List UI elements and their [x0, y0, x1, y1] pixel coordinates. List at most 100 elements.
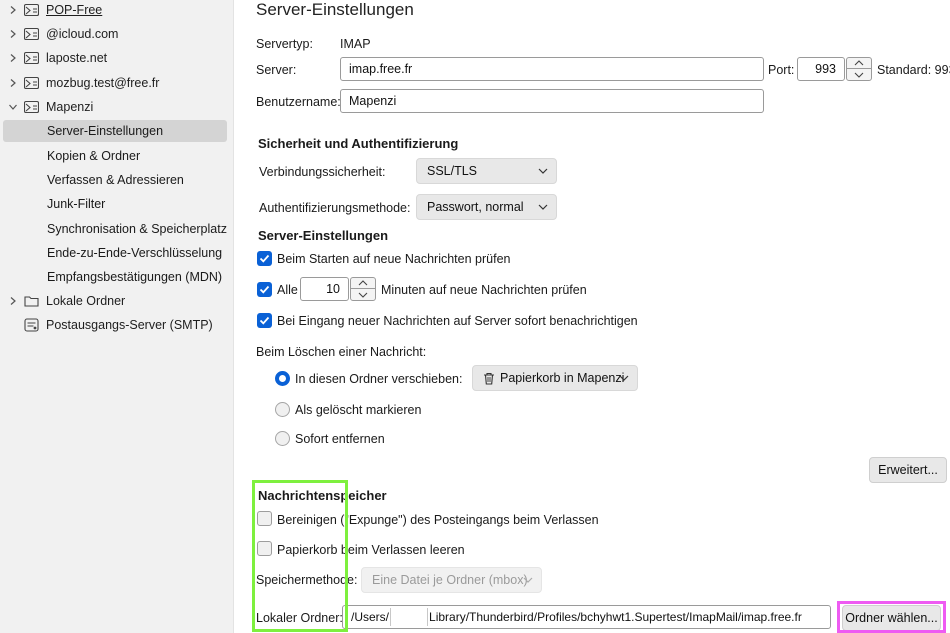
stepper-up[interactable]: [351, 278, 375, 289]
account-laposte[interactable]: laposte.net: [0, 47, 107, 69]
username-input[interactable]: Mapenzi: [340, 89, 764, 113]
chevron-up-icon: [358, 280, 368, 286]
select-value: Passwort, normal: [427, 200, 524, 214]
stepper-down[interactable]: [847, 69, 871, 80]
sidebar-item-copies-folders[interactable]: Kopien & Ordner: [0, 145, 140, 167]
chevron-down-icon: [358, 292, 368, 298]
stepper-down[interactable]: [351, 289, 375, 300]
mail-account-icon: [24, 76, 39, 90]
check-every-suffix: Minuten auf neue Nachrichten prüfen: [381, 283, 587, 297]
sidebar-item-label: Kopien & Ordner: [47, 149, 141, 163]
mark-deleted-label: Als gelöscht markieren: [295, 403, 422, 417]
account-label: Postausgangs-Server (SMTP): [46, 318, 213, 332]
sidebar-item-label: Synchronisation & Speicherplatz: [47, 222, 227, 236]
local-folder-path-input[interactable]: /Users/ Library/Thunderbird/Profiles/bch…: [342, 605, 831, 629]
smtp-servers[interactable]: Postausgangs-Server (SMTP): [0, 314, 213, 336]
notify-new-label: Bei Eingang neuer Nachrichten auf Server…: [277, 314, 638, 328]
check-startup-label: Beim Starten auf neue Nachrichten prüfen: [277, 252, 511, 266]
server-input[interactable]: imap.free.fr: [340, 57, 764, 81]
port-stepper[interactable]: [846, 57, 872, 81]
check-every-checkbox[interactable]: [257, 282, 272, 297]
checkmark-icon: [259, 316, 270, 325]
sidebar-item-label: Verfassen & Adressieren: [47, 173, 184, 187]
chevron-up-icon: [854, 60, 864, 66]
folder-icon: [24, 296, 39, 307]
auth-method-label: Authentifizierungsmethode:: [259, 201, 411, 215]
on-delete-label: Beim Löschen einer Nachricht:: [256, 345, 427, 359]
mail-account-icon: [24, 3, 39, 17]
mark-deleted-radio[interactable]: [275, 402, 290, 417]
trash-folder-select[interactable]: Papierkorb in Mapenzi: [472, 365, 638, 391]
account-label: Mapenzi: [46, 100, 94, 114]
stepper-up[interactable]: [847, 58, 871, 69]
sidebar-item-mdn[interactable]: Empfangsbestätigungen (MDN): [0, 266, 222, 288]
server-settings-heading: Server-Einstellungen: [258, 228, 389, 243]
mail-account-icon: [24, 51, 39, 65]
port-label: Port:: [768, 63, 795, 77]
delete-now-label: Sofort entfernen: [295, 432, 385, 446]
highlight-box-green: [252, 480, 348, 632]
auth-method-select[interactable]: Passwort, normal: [416, 194, 557, 220]
server-settings-panel: Server-Einstellungen Servertyp: IMAP Ser…: [234, 0, 950, 633]
account-pop-free[interactable]: POP-Free: [0, 0, 102, 21]
account-label: POP-Free: [46, 3, 103, 17]
sidebar-item-junk[interactable]: Junk-Filter: [0, 193, 105, 215]
select-value: Papierkorb in Mapenzi: [500, 371, 625, 385]
chevron-down-icon: [538, 204, 548, 210]
check-interval-stepper[interactable]: [350, 277, 376, 301]
page-title: Server-Einstellungen: [256, 0, 414, 19]
server-label: Server:: [256, 63, 297, 77]
sidebar-item-label: Junk-Filter: [47, 197, 106, 211]
sidebar-item-server-settings[interactable]: Server-Einstellungen: [3, 120, 227, 142]
select-value: SSL/TLS: [427, 164, 478, 178]
username-label: Benutzername:: [256, 95, 341, 109]
move-to-folder-label: In diesen Ordner verschieben:: [295, 372, 463, 386]
move-to-folder-radio[interactable]: [275, 371, 290, 386]
path-rest: Library/Thunderbird/Profiles/bchyhwt1.Su…: [429, 610, 802, 624]
outgoing-server-icon: [24, 318, 39, 332]
chevron-right-icon[interactable]: [9, 6, 17, 14]
advanced-button[interactable]: Erweitert...: [869, 457, 947, 483]
chevron-right-icon[interactable]: [9, 297, 17, 305]
chevron-down-icon[interactable]: [9, 103, 17, 111]
chevron-right-icon[interactable]: [9, 30, 17, 38]
security-heading: Sicherheit und Authentifizierung: [258, 136, 459, 151]
check-interval-input[interactable]: 10: [300, 277, 349, 301]
chevron-down-icon: [619, 375, 629, 381]
chevron-right-icon[interactable]: [9, 79, 17, 87]
check-startup-checkbox[interactable]: [257, 251, 272, 266]
checkmark-icon: [259, 285, 270, 294]
connection-security-select[interactable]: SSL/TLS: [416, 158, 557, 184]
chevron-down-icon: [523, 577, 533, 583]
port-input[interactable]: 993: [797, 57, 845, 81]
redacted-username: [390, 608, 429, 626]
delete-now-radio[interactable]: [275, 431, 290, 446]
account-mapenzi[interactable]: Mapenzi: [0, 96, 93, 118]
highlight-box-pink: [837, 601, 946, 633]
account-mozbug[interactable]: mozbug.test@free.fr: [0, 72, 159, 94]
mail-account-icon: [24, 100, 39, 114]
port-standard: Standard: 993: [877, 63, 950, 77]
sidebar-item-sync[interactable]: Synchronisation & Speicherplatz: [0, 218, 227, 240]
sidebar-item-label: Empfangsbestätigungen (MDN): [47, 270, 223, 284]
chevron-down-icon: [538, 168, 548, 174]
check-every-prefix: Alle: [277, 283, 298, 297]
select-value: Eine Datei je Ordner (mbox): [372, 573, 528, 587]
connection-security-label: Verbindungssicherheit:: [259, 165, 386, 179]
chevron-down-icon: [854, 72, 864, 78]
account-label: laposte.net: [46, 51, 108, 65]
account-label: @icloud.com: [46, 27, 119, 41]
account-label: Lokale Ordner: [46, 294, 126, 308]
account-label: mozbug.test@free.fr: [46, 76, 160, 90]
storage-method-select[interactable]: Eine Datei je Ordner (mbox): [361, 567, 542, 593]
account-icloud[interactable]: @icloud.com: [0, 23, 118, 45]
trash-icon: [484, 372, 494, 385]
sidebar-item-label: Server-Einstellungen: [47, 124, 164, 138]
account-local-folders[interactable]: Lokale Ordner: [0, 290, 125, 312]
notify-new-checkbox[interactable]: [257, 313, 272, 328]
sidebar-item-composition[interactable]: Verfassen & Adressieren: [0, 169, 184, 191]
path-prefix: /Users/: [351, 610, 390, 624]
sidebar-item-e2e[interactable]: Ende-zu-Ende-Verschlüsselung: [0, 242, 222, 264]
account-tree-sidebar: POP-Free @icloud.com laposte.net mozbug.…: [0, 0, 234, 633]
chevron-right-icon[interactable]: [9, 54, 17, 62]
